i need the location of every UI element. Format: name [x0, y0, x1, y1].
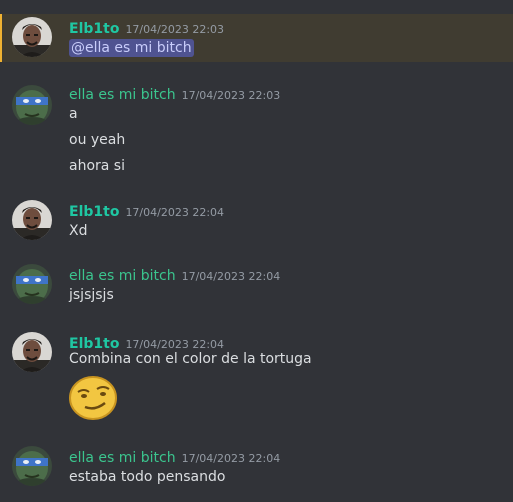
message-content: @ella es mi bitch [69, 39, 194, 57]
message-content: Combina con el color de la tortuga [69, 351, 312, 367]
timestamp: 17/04/2023 22:03 [125, 23, 225, 36]
timestamp: 17/04/2023 22:04 [125, 338, 225, 351]
message-content: ou yeah [69, 132, 126, 148]
avatar[interactable] [12, 200, 52, 240]
person-photo-avatar-icon [12, 17, 52, 57]
timestamp: 17/04/2023 22:03 [181, 89, 281, 102]
username[interactable]: Elb1to [69, 21, 119, 37]
message-content: ahora si [69, 158, 125, 174]
username[interactable]: ella es mi bitch [69, 87, 176, 103]
message-content: estaba todo pensando [69, 469, 226, 485]
timestamp: 17/04/2023 22:04 [181, 270, 281, 283]
avatar[interactable] [12, 332, 52, 372]
message-header: Elb1to 17/04/2023 22:04 [69, 333, 224, 352]
turtle-ninja-avatar-icon [12, 264, 52, 304]
chat-message-list: Elb1to 17/04/2023 22:03 @ella es mi bitch… [0, 0, 513, 502]
username[interactable]: Elb1to [69, 336, 119, 352]
message-group: ella es mi bitch 17/04/2023 22:04 jsjsjsj… [0, 261, 513, 309]
avatar[interactable] [12, 85, 52, 125]
username[interactable]: Elb1to [69, 204, 119, 220]
message-group: Elb1to 17/04/2023 22:04 Combina con el co… [0, 329, 513, 429]
message-content: a [69, 106, 78, 122]
message-group: ella es mi bitch 17/04/2023 22:03 a ou ye… [0, 80, 513, 176]
turtle-ninja-avatar-icon [12, 446, 52, 486]
smirk-face-emoji-icon[interactable] [68, 375, 118, 421]
message-content: jsjsjsjs [69, 287, 114, 303]
timestamp: 17/04/2023 22:04 [125, 206, 225, 219]
user-mention[interactable]: @ella es mi bitch [69, 39, 194, 57]
message-header: ella es mi bitch 17/04/2023 22:04 [69, 265, 280, 284]
message-content: Xd [69, 223, 88, 239]
avatar[interactable] [12, 446, 52, 486]
avatar[interactable] [12, 264, 52, 304]
message-group: Elb1to 17/04/2023 22:04 Xd [0, 197, 513, 245]
message-group: ella es mi bitch 17/04/2023 22:04 estaba … [0, 443, 513, 491]
person-photo-avatar-icon [12, 332, 52, 372]
username[interactable]: ella es mi bitch [69, 268, 176, 284]
message-header: Elb1to 17/04/2023 22:04 [69, 201, 224, 220]
person-photo-avatar-icon [12, 200, 52, 240]
timestamp: 17/04/2023 22:04 [181, 452, 281, 465]
message-header: ella es mi bitch 17/04/2023 22:03 [69, 84, 280, 103]
username[interactable]: ella es mi bitch [69, 450, 176, 466]
avatar[interactable] [12, 17, 52, 57]
message-header: ella es mi bitch 17/04/2023 22:04 [69, 447, 280, 466]
turtle-ninja-avatar-icon [12, 85, 52, 125]
message-group: Elb1to 17/04/2023 22:03 @ella es mi bitch [0, 14, 513, 62]
message-header: Elb1to 17/04/2023 22:03 [69, 18, 224, 37]
